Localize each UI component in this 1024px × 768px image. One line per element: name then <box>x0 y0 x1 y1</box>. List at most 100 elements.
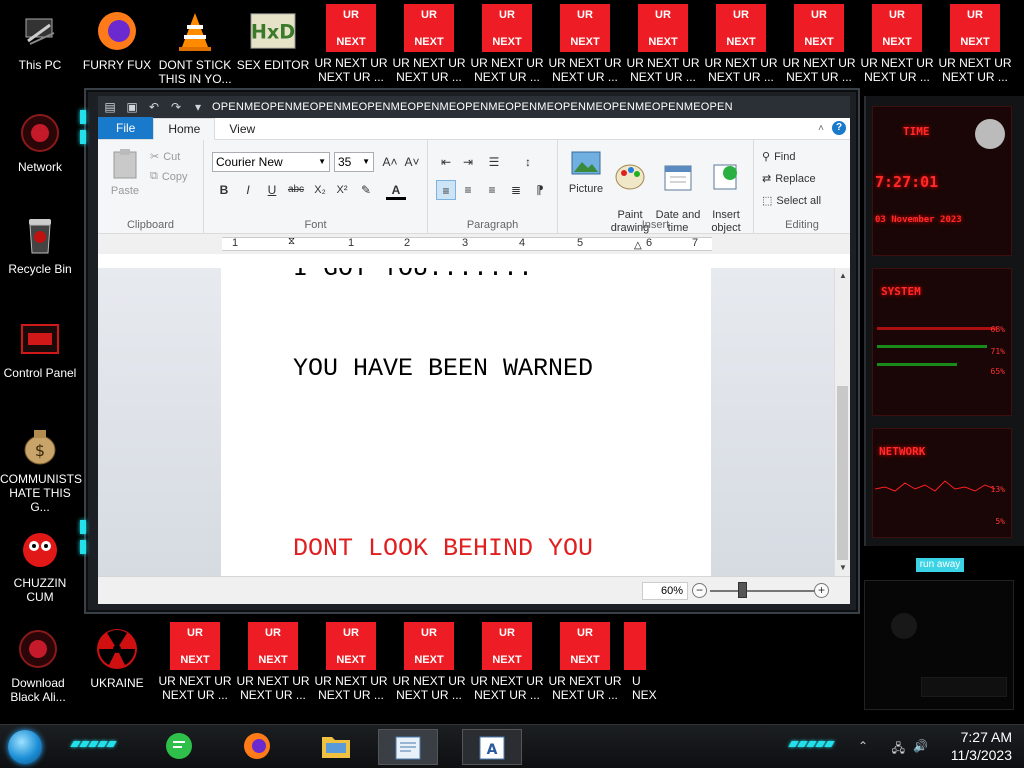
desktop-icon-this-pc[interactable]: This PC <box>2 8 78 72</box>
font-size-select[interactable]: 35 ▼ <box>334 152 374 172</box>
document-page[interactable]: I GOT YOU....... YOU HAVE BEEN WARNED DO… <box>221 268 711 576</box>
highlight-color-button[interactable]: ✎ <box>356 180 376 200</box>
help-icon[interactable]: ? <box>832 121 846 135</box>
decrease-indent-button[interactable]: ⇤ <box>436 152 456 172</box>
tab-home[interactable]: Home <box>153 118 216 140</box>
zoom-in-button[interactable]: + <box>814 583 829 598</box>
desktop-icon-ur-next[interactable]: UR NEXT UR NEXT UR NEXT UR ... <box>547 4 623 84</box>
desktop-icon-recycle-bin[interactable]: Recycle Bin <box>2 212 78 276</box>
cut-button[interactable]: ✂ Cut <box>150 150 180 164</box>
start-button[interactable] <box>8 730 42 764</box>
find-button[interactable]: ⚲ Find <box>762 150 795 164</box>
scroll-thumb[interactable] <box>837 386 848 560</box>
zoom-level[interactable]: 60% <box>642 582 688 600</box>
italic-button[interactable]: I <box>238 180 258 200</box>
taskbar-app-explorer[interactable] <box>320 731 352 763</box>
ur-next-icon: UR NEXT <box>638 4 688 52</box>
justify-button[interactable]: ≣ <box>506 180 526 200</box>
desktop-icon-ur-next-partial[interactable]: U NEX <box>610 622 660 702</box>
show-hidden-icons[interactable]: ⌃ <box>858 739 868 753</box>
desktop-icon-ur-next[interactable]: UR NEXT UR NEXT UR NEXT UR ... <box>625 4 701 84</box>
zoom-slider[interactable] <box>710 590 816 592</box>
ur-next-icon: UR NEXT <box>560 4 610 52</box>
bullet-list-button[interactable]: ☰ <box>484 152 504 172</box>
desktop-icon-download-black-alien[interactable]: Download Black Ali... <box>0 626 76 704</box>
ur-next-icon: UR NEXT <box>560 622 610 670</box>
left-indent-marker[interactable]: ⧖ <box>288 236 295 247</box>
desktop-icon-ur-next[interactable]: UR NEXT UR NEXT UR NEXT UR ... <box>859 4 935 84</box>
grow-font-button[interactable]: A˄ <box>380 152 400 172</box>
system-bar <box>877 327 997 330</box>
widget-button[interactable] <box>921 677 1007 697</box>
bold-button[interactable]: B <box>214 180 234 200</box>
binoculars-icon: ⚲ <box>762 151 771 163</box>
ur-icon-top-text: UR <box>577 9 593 21</box>
subscript-button[interactable]: X₂ <box>310 180 330 200</box>
zoom-out-button[interactable]: − <box>692 583 707 598</box>
underline-button[interactable]: U <box>262 180 282 200</box>
strikethrough-button[interactable]: abc <box>286 180 306 200</box>
taskbar-app-wordpad-2[interactable]: A <box>462 729 522 765</box>
zoom-slider-thumb[interactable] <box>738 582 747 598</box>
superscript-button[interactable]: X² <box>332 180 352 200</box>
desktop-icon-ur-next[interactable]: UR NEXT UR NEXT UR NEXT UR ... <box>235 622 311 702</box>
shrink-font-button[interactable]: A˅ <box>402 152 422 172</box>
redo-icon[interactable]: ↷ <box>168 100 184 114</box>
paragraph-settings-button[interactable]: ⁋ <box>530 180 550 200</box>
decrease-indent-icon: ⇤ <box>440 155 452 169</box>
undo-icon[interactable]: ↶ <box>146 100 162 114</box>
ur-icon-top-text: UR <box>343 627 359 639</box>
customize-toolbar-icon[interactable]: ▾ <box>190 100 206 114</box>
desktop-icon-ur-next[interactable]: UR NEXT UR NEXT UR NEXT UR ... <box>469 4 545 84</box>
insert-picture-button[interactable]: Picture <box>562 148 610 196</box>
taskbar-app-firefox[interactable] <box>242 731 274 763</box>
desktop-icon-dont-stick[interactable]: DONT STICK THIS IN YO... <box>157 8 233 86</box>
picture-icon <box>570 148 602 180</box>
taskbar-app-wordpad[interactable] <box>378 729 438 765</box>
desktop-icon-control-panel[interactable]: Control Panel <box>2 316 78 380</box>
replace-button[interactable]: ⇄ Replace <box>762 172 816 186</box>
desktop-icon-ur-next[interactable]: UR NEXT UR NEXT UR NEXT UR ... <box>781 4 857 84</box>
desktop-icon-communists[interactable]: $ COMMUNISTS HATE THIS G... <box>0 422 82 514</box>
paste-button[interactable]: Paste <box>108 148 142 197</box>
copy-button[interactable]: ⧉ Copy <box>150 170 188 183</box>
right-indent-marker[interactable]: △ <box>634 240 642 251</box>
desktop-icon-ur-next[interactable]: UR NEXT UR NEXT UR NEXT UR ... <box>391 4 467 84</box>
minimize-ribbon-icon[interactable]: ˄ <box>818 123 824 134</box>
object-icon <box>710 161 742 193</box>
desktop-icon-chuzzin[interactable]: CHUZZIN CUM <box>2 526 78 604</box>
save-icon[interactable]: ▣ <box>124 100 140 114</box>
tab-file[interactable]: File <box>98 117 154 139</box>
increase-indent-button[interactable]: ⇥ <box>458 152 478 172</box>
align-right-button[interactable]: ≡ <box>482 180 502 200</box>
taskbar-app-notes[interactable] <box>164 731 196 763</box>
desktop-icon-label: CHUZZIN CUM <box>13 576 67 604</box>
text-color-button[interactable]: A <box>386 180 406 200</box>
desktop-icon-ur-next[interactable]: UR NEXT UR NEXT UR NEXT UR ... <box>937 4 1013 84</box>
desktop-icon-furry-fux[interactable]: FURRY FUX <box>79 8 155 72</box>
align-left-button[interactable]: ≡ <box>436 180 456 200</box>
desktop-icon-ukraine[interactable]: UKRAINE <box>79 626 155 690</box>
desktop-icon-ur-next[interactable]: UR NEXT UR NEXT UR NEXT UR ... <box>157 622 233 702</box>
desktop-icon-ur-next[interactable]: UR NEXT UR NEXT UR NEXT UR ... <box>313 622 389 702</box>
scroll-up-icon[interactable]: ▲ <box>835 268 850 284</box>
ur-icon-top-text: UR <box>421 9 437 21</box>
select-all-button[interactable]: ⬚ Select all <box>762 194 821 208</box>
align-center-button[interactable]: ≡ <box>458 180 478 200</box>
desktop-icon-ur-next[interactable]: UR NEXT UR NEXT UR NEXT UR ... <box>703 4 779 84</box>
volume-icon[interactable]: 🔊 <box>913 739 928 760</box>
desktop-icon-network[interactable]: Network <box>2 110 78 174</box>
desktop-icon-sex-editor[interactable]: HxD SEX EDITOR <box>235 8 311 72</box>
line-spacing-button[interactable]: ↕ <box>518 152 538 172</box>
desktop-icon-ur-next[interactable]: UR NEXT UR NEXT UR NEXT UR ... <box>313 4 389 84</box>
desktop-icon-ur-next[interactable]: UR NEXT UR NEXT UR NEXT UR ... <box>469 622 545 702</box>
font-family-select[interactable]: Courier New ▼ <box>212 152 330 172</box>
tab-view[interactable]: View <box>215 119 269 139</box>
taskbar-clock[interactable]: 7:27 AM 11/3/2023 <box>951 728 1012 764</box>
scroll-down-icon[interactable]: ▼ <box>835 560 850 576</box>
red-furball-icon <box>17 526 63 572</box>
network-tray-icon[interactable]: 🖧 <box>892 739 905 760</box>
copy-label: Copy <box>161 170 188 183</box>
vertical-scrollbar[interactable]: ▲ ▼ <box>834 268 850 576</box>
desktop-icon-ur-next[interactable]: UR NEXT UR NEXT UR NEXT UR ... <box>391 622 467 702</box>
